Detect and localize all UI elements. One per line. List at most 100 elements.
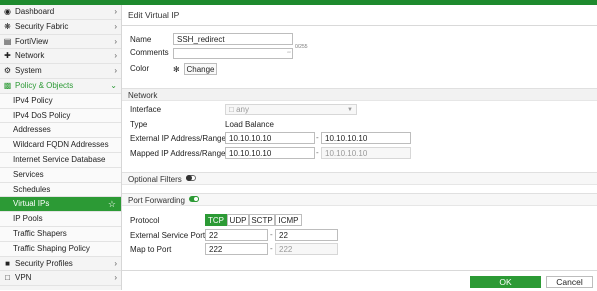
palette-icon: ✻ xyxy=(173,65,180,74)
chevron-right-icon: › xyxy=(114,273,117,283)
sidebar-item-label: IPv4 Policy xyxy=(13,95,53,105)
sidebar-item-label: Services xyxy=(13,169,44,179)
sidebar-item-policy-objects[interactable]: ▩ Policy & Objects ⌄ xyxy=(0,79,121,94)
range-separator: - xyxy=(270,230,273,239)
sidebar-item-wildcard-fqdn[interactable]: Wildcard FQDN Addresses xyxy=(0,138,121,153)
sidebar-item-label: FortiView xyxy=(15,36,49,46)
interface-box-icon: □ xyxy=(229,105,234,114)
mapped-ip-label: Mapped IP Address/Range xyxy=(130,149,226,158)
range-separator: - xyxy=(316,133,319,142)
sidebar-item-label: Schedules xyxy=(13,184,51,194)
external-ip-end-input[interactable]: 10.10.10.10 xyxy=(321,132,411,144)
chevron-right-icon: › xyxy=(114,51,117,61)
external-port-start-input[interactable]: 22 xyxy=(205,229,268,241)
map-port-start-input[interactable]: 222 xyxy=(205,243,268,255)
type-value: Load Balance xyxy=(225,120,274,129)
sidebar-item-label: Virtual IPs xyxy=(13,199,50,209)
external-port-end-input[interactable]: 22 xyxy=(275,229,338,241)
mapped-ip-end-input: 10.10.10.10 xyxy=(321,147,411,159)
chart-icon: ▤ xyxy=(3,36,12,46)
monitor-icon: □ xyxy=(5,273,10,283)
network-section-header: Network xyxy=(122,88,597,101)
sidebar-item-label: Internet Service Database xyxy=(13,154,106,164)
sidebar: ◉ Dashboard › ❋ Security Fabric › ▤ FortiVi… xyxy=(0,5,122,290)
sidebar-item-dashboard[interactable]: ◉ Dashboard › xyxy=(0,5,121,20)
external-port-label: External Service Port xyxy=(130,231,206,240)
sidebar-item-label: VPN xyxy=(15,273,32,283)
toggle-knob xyxy=(186,175,192,181)
comments-textarea[interactable]: ⁗ xyxy=(173,48,293,59)
sidebar-item-system[interactable]: ⚙ System › xyxy=(0,64,121,79)
sidebar-item-virtual-ips[interactable]: Virtual IPs ☆ xyxy=(0,197,121,213)
interface-label: Interface xyxy=(130,105,162,114)
sidebar-item-label: IP Pools xyxy=(13,214,43,224)
protocol-udp[interactable]: UDP xyxy=(227,214,249,226)
sidebar-item-label: Traffic Shaping Policy xyxy=(13,243,90,253)
protocol-sctp[interactable]: SCTP xyxy=(249,214,275,226)
optional-filters-toggle[interactable] xyxy=(186,175,196,181)
comments-label: Comments xyxy=(130,48,169,57)
chevron-right-icon: › xyxy=(114,258,117,268)
sidebar-item-traffic-shaping-policy[interactable]: Traffic Shaping Policy xyxy=(0,241,121,257)
sidebar-item-label: Wildcard FQDN Addresses xyxy=(13,140,109,150)
port-forwarding-label: Port Forwarding xyxy=(128,196,185,205)
cancel-button[interactable]: Cancel xyxy=(546,276,593,288)
range-separator: - xyxy=(270,244,273,253)
resize-grip-icon: ⁗ xyxy=(287,52,291,58)
protocol-selector: TCP UDP SCTP ICMP xyxy=(205,214,302,226)
sidebar-item-fortiview[interactable]: ▤ FortiView › xyxy=(0,35,121,50)
sidebar-item-addresses[interactable]: Addresses xyxy=(0,123,121,139)
protocol-tcp[interactable]: TCP xyxy=(205,214,227,226)
chevron-down-icon: ⌄ xyxy=(110,80,117,90)
interface-select[interactable]: □ any ▼ xyxy=(225,104,357,115)
map-port-end-input: 222 xyxy=(275,243,338,255)
gear-icon: ⚙ xyxy=(3,66,12,76)
optional-filters-label: Optional Filters xyxy=(128,175,182,184)
sidebar-item-security-fabric[interactable]: ❋ Security Fabric › xyxy=(0,20,121,35)
dialog-footer: OK Cancel xyxy=(122,270,597,291)
name-input[interactable]: SSH_redirect xyxy=(173,33,293,45)
map-port-label: Map to Port xyxy=(130,245,172,254)
sidebar-item-label: Traffic Shapers xyxy=(13,228,67,238)
chevron-right-icon: › xyxy=(114,66,117,76)
policy-icon: ▩ xyxy=(3,80,12,90)
sidebar-item-label: Policy & Objects xyxy=(15,80,74,90)
sidebar-item-label: Security Fabric xyxy=(15,21,69,31)
sidebar-item-ipv4-dos-policy[interactable]: IPv4 DoS Policy xyxy=(0,108,121,124)
change-color-button[interactable]: Change xyxy=(184,63,217,75)
star-icon[interactable]: ☆ xyxy=(108,197,116,212)
sidebar-item-traffic-shapers[interactable]: Traffic Shapers xyxy=(0,226,121,242)
main-panel: Edit Virtual IP Name SSH_redirect Commen… xyxy=(122,5,597,291)
name-label: Name xyxy=(130,35,152,44)
interface-value: any xyxy=(236,105,249,114)
fabric-icon: ❋ xyxy=(4,21,11,31)
sidebar-item-label: System xyxy=(15,66,42,76)
mapped-ip-start-input[interactable]: 10.10.10.10 xyxy=(225,147,315,159)
chevron-down-icon: ▼ xyxy=(347,107,353,113)
sidebar-item-label: Network xyxy=(15,51,45,61)
sidebar-item-ipv4-policy[interactable]: IPv4 Policy xyxy=(0,93,121,109)
sidebar-item-label: IPv4 DoS Policy xyxy=(13,110,71,120)
sidebar-item-network[interactable]: ✚ Network › xyxy=(0,49,121,65)
sidebar-item-vpn[interactable]: □ VPN › xyxy=(0,271,121,287)
color-label: Color xyxy=(130,64,150,73)
sidebar-item-services[interactable]: Services xyxy=(0,167,121,183)
sidebar-item-schedules[interactable]: Schedules xyxy=(0,182,121,198)
toggle-knob xyxy=(193,196,199,202)
sidebar-item-label: Dashboard xyxy=(15,7,55,16)
external-ip-start-input[interactable]: 10.10.10.10 xyxy=(225,132,315,144)
protocol-icmp[interactable]: ICMP xyxy=(275,214,302,226)
gauge-icon: ◉ xyxy=(4,7,11,16)
sidebar-item-internet-service-db[interactable]: Internet Service Database xyxy=(0,152,121,168)
chevron-right-icon: › xyxy=(114,7,117,16)
protocol-label: Protocol xyxy=(130,216,160,225)
sidebar-item-security-profiles[interactable]: ■ Security Profiles › xyxy=(0,257,121,272)
ok-button[interactable]: OK xyxy=(470,276,541,288)
page-title: Edit Virtual IP xyxy=(122,5,597,26)
sidebar-item-ip-pools[interactable]: IP Pools xyxy=(0,212,121,227)
port-forwarding-toggle[interactable] xyxy=(189,196,199,202)
chevron-right-icon: › xyxy=(114,36,117,46)
lock-icon: ■ xyxy=(5,258,10,268)
external-ip-label: External IP Address/Range xyxy=(130,134,226,143)
network-icon: ✚ xyxy=(4,51,11,61)
